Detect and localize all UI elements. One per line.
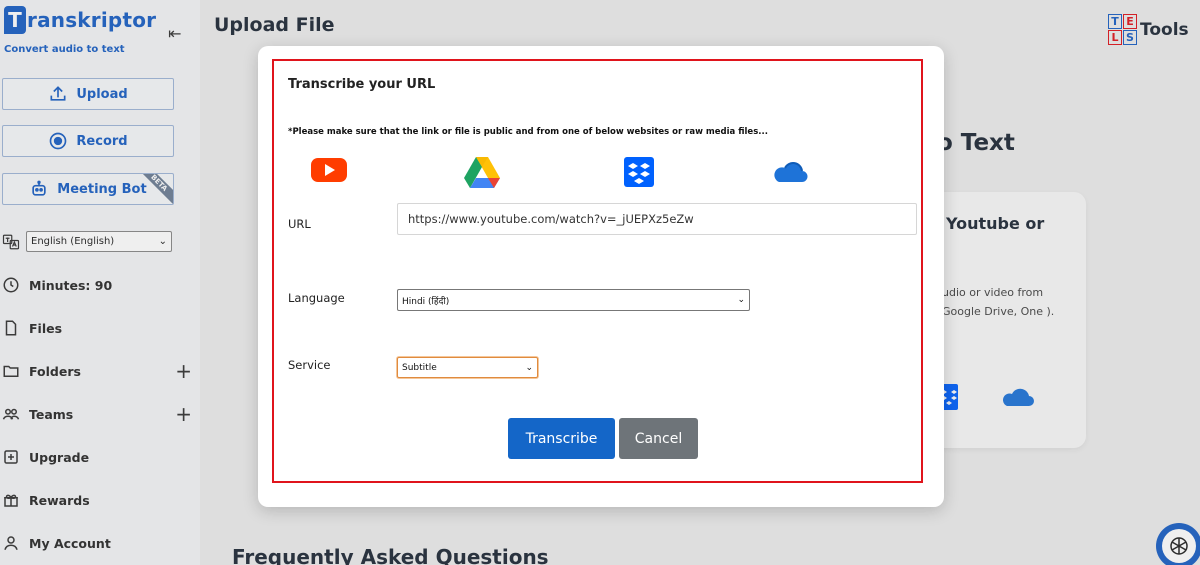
google-drive-icon [464, 156, 500, 192]
service-select-value: Subtitle [402, 362, 437, 373]
url-label: URL [288, 217, 311, 231]
cancel-button[interactable]: Cancel [619, 418, 698, 459]
dropbox-icon [624, 157, 654, 191]
transcribe-url-modal: Transcribe your URL *Please make sure th… [258, 46, 944, 507]
language-label: Language [288, 291, 345, 305]
modal-note: *Please make sure that the link or file … [288, 127, 768, 137]
onedrive-icon [770, 159, 808, 187]
transcribe-button[interactable]: Transcribe [508, 418, 615, 459]
language-select-value: Hindi (हिंदी) [402, 296, 450, 307]
youtube-icon [311, 157, 347, 187]
modal-title: Transcribe your URL [288, 77, 436, 92]
modal-highlight-frame: Transcribe your URL *Please make sure th… [272, 59, 923, 483]
service-label: Service [288, 358, 331, 372]
language-select[interactable]: Hindi (हिंदी) ⌄ [397, 289, 750, 311]
url-input[interactable]: https://www.youtube.com/watch?v=_jUEPXz5… [397, 203, 917, 235]
chevron-down-icon: ⌄ [525, 362, 533, 373]
chevron-down-icon: ⌄ [737, 295, 745, 305]
service-select[interactable]: Subtitle ⌄ [397, 357, 538, 378]
